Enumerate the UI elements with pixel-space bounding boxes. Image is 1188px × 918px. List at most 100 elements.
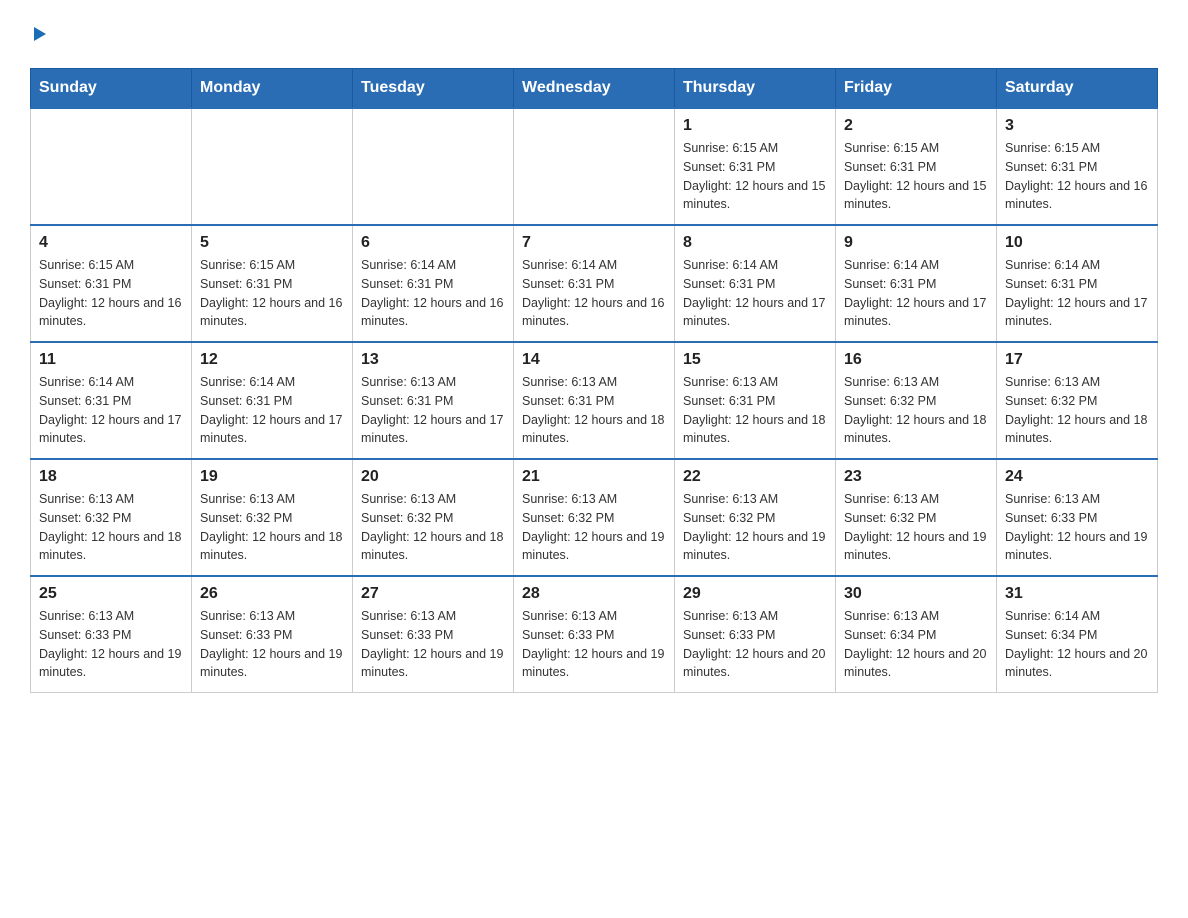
calendar-cell <box>514 108 675 225</box>
calendar-cell: 29 Sunrise: 6:13 AMSunset: 6:33 PMDayligh… <box>675 576 836 693</box>
day-number: 9 <box>844 234 988 252</box>
day-number: 1 <box>683 117 827 135</box>
day-info: Sunrise: 6:13 AMSunset: 6:32 PMDaylight:… <box>1005 373 1149 448</box>
day-number: 25 <box>39 585 183 603</box>
day-info: Sunrise: 6:13 AMSunset: 6:32 PMDaylight:… <box>39 490 183 565</box>
day-info: Sunrise: 6:13 AMSunset: 6:32 PMDaylight:… <box>200 490 344 565</box>
day-number: 31 <box>1005 585 1149 603</box>
day-info: Sunrise: 6:14 AMSunset: 6:31 PMDaylight:… <box>200 373 344 448</box>
calendar-cell: 22 Sunrise: 6:13 AMSunset: 6:32 PMDayligh… <box>675 459 836 576</box>
day-number: 20 <box>361 468 505 486</box>
calendar-cell: 11 Sunrise: 6:14 AMSunset: 6:31 PMDayligh… <box>31 342 192 459</box>
column-header-wednesday: Wednesday <box>514 69 675 109</box>
day-number: 21 <box>522 468 666 486</box>
calendar-cell: 24 Sunrise: 6:13 AMSunset: 6:33 PMDayligh… <box>997 459 1158 576</box>
day-info: Sunrise: 6:13 AMSunset: 6:32 PMDaylight:… <box>522 490 666 565</box>
day-info: Sunrise: 6:14 AMSunset: 6:31 PMDaylight:… <box>39 373 183 448</box>
day-info: Sunrise: 6:14 AMSunset: 6:31 PMDaylight:… <box>522 256 666 331</box>
column-header-tuesday: Tuesday <box>353 69 514 109</box>
day-number: 3 <box>1005 117 1149 135</box>
day-info: Sunrise: 6:15 AMSunset: 6:31 PMDaylight:… <box>39 256 183 331</box>
day-number: 22 <box>683 468 827 486</box>
day-info: Sunrise: 6:15 AMSunset: 6:31 PMDaylight:… <box>1005 139 1149 214</box>
day-info: Sunrise: 6:13 AMSunset: 6:32 PMDaylight:… <box>844 490 988 565</box>
day-info: Sunrise: 6:13 AMSunset: 6:32 PMDaylight:… <box>361 490 505 565</box>
day-info: Sunrise: 6:15 AMSunset: 6:31 PMDaylight:… <box>844 139 988 214</box>
calendar-cell: 31 Sunrise: 6:14 AMSunset: 6:34 PMDayligh… <box>997 576 1158 693</box>
day-number: 12 <box>200 351 344 369</box>
day-number: 24 <box>1005 468 1149 486</box>
calendar-cell: 2Sunrise: 6:15 AMSunset: 6:31 PMDaylight… <box>836 108 997 225</box>
day-info: Sunrise: 6:14 AMSunset: 6:31 PMDaylight:… <box>844 256 988 331</box>
day-number: 30 <box>844 585 988 603</box>
logo <box>30 20 48 48</box>
day-number: 8 <box>683 234 827 252</box>
calendar-week-row: 11 Sunrise: 6:14 AMSunset: 6:31 PMDayligh… <box>31 342 1158 459</box>
day-info: Sunrise: 6:13 AMSunset: 6:32 PMDaylight:… <box>683 490 827 565</box>
calendar-cell: 10 Sunrise: 6:14 AMSunset: 6:31 PMDayligh… <box>997 225 1158 342</box>
day-info: Sunrise: 6:13 AMSunset: 6:33 PMDaylight:… <box>683 607 827 682</box>
calendar-cell: 23 Sunrise: 6:13 AMSunset: 6:32 PMDayligh… <box>836 459 997 576</box>
day-number: 29 <box>683 585 827 603</box>
day-info: Sunrise: 6:15 AMSunset: 6:31 PMDaylight:… <box>200 256 344 331</box>
day-number: 14 <box>522 351 666 369</box>
day-number: 23 <box>844 468 988 486</box>
calendar-cell: 9 Sunrise: 6:14 AMSunset: 6:31 PMDaylight… <box>836 225 997 342</box>
day-number: 13 <box>361 351 505 369</box>
day-info: Sunrise: 6:13 AMSunset: 6:33 PMDaylight:… <box>39 607 183 682</box>
calendar-cell: 4 Sunrise: 6:15 AMSunset: 6:31 PMDaylight… <box>31 225 192 342</box>
day-info: Sunrise: 6:13 AMSunset: 6:34 PMDaylight:… <box>844 607 988 682</box>
day-info: Sunrise: 6:13 AMSunset: 6:31 PMDaylight:… <box>683 373 827 448</box>
day-number: 6 <box>361 234 505 252</box>
day-info: Sunrise: 6:13 AMSunset: 6:31 PMDaylight:… <box>361 373 505 448</box>
calendar-cell: 25 Sunrise: 6:13 AMSunset: 6:33 PMDayligh… <box>31 576 192 693</box>
day-number: 10 <box>1005 234 1149 252</box>
calendar-cell: 17 Sunrise: 6:13 AMSunset: 6:32 PMDayligh… <box>997 342 1158 459</box>
day-info: Sunrise: 6:13 AMSunset: 6:33 PMDaylight:… <box>1005 490 1149 565</box>
calendar-cell <box>353 108 514 225</box>
calendar-cell: 6 Sunrise: 6:14 AMSunset: 6:31 PMDaylight… <box>353 225 514 342</box>
day-number: 19 <box>200 468 344 486</box>
calendar-cell: 14Sunrise: 6:13 AMSunset: 6:31 PMDayligh… <box>514 342 675 459</box>
calendar-cell: 1Sunrise: 6:15 AMSunset: 6:31 PMDaylight… <box>675 108 836 225</box>
calendar-cell: 26 Sunrise: 6:13 AMSunset: 6:33 PMDayligh… <box>192 576 353 693</box>
day-info: Sunrise: 6:14 AMSunset: 6:34 PMDaylight:… <box>1005 607 1149 682</box>
calendar-week-row: 4 Sunrise: 6:15 AMSunset: 6:31 PMDaylight… <box>31 225 1158 342</box>
page-header <box>30 20 1158 48</box>
calendar-cell: 13 Sunrise: 6:13 AMSunset: 6:31 PMDayligh… <box>353 342 514 459</box>
day-number: 28 <box>522 585 666 603</box>
calendar-table: SundayMondayTuesdayWednesdayThursdayFrid… <box>30 68 1158 693</box>
day-number: 27 <box>361 585 505 603</box>
calendar-week-row: 25 Sunrise: 6:13 AMSunset: 6:33 PMDayligh… <box>31 576 1158 693</box>
day-info: Sunrise: 6:13 AMSunset: 6:33 PMDaylight:… <box>200 607 344 682</box>
column-header-monday: Monday <box>192 69 353 109</box>
day-number: 17 <box>1005 351 1149 369</box>
day-info: Sunrise: 6:14 AMSunset: 6:31 PMDaylight:… <box>1005 256 1149 331</box>
calendar-week-row: 18 Sunrise: 6:13 AMSunset: 6:32 PMDayligh… <box>31 459 1158 576</box>
column-header-thursday: Thursday <box>675 69 836 109</box>
calendar-cell: 5Sunrise: 6:15 AMSunset: 6:31 PMDaylight… <box>192 225 353 342</box>
calendar-cell: 27 Sunrise: 6:13 AMSunset: 6:33 PMDayligh… <box>353 576 514 693</box>
day-info: Sunrise: 6:13 AMSunset: 6:33 PMDaylight:… <box>361 607 505 682</box>
day-number: 18 <box>39 468 183 486</box>
calendar-cell: 18 Sunrise: 6:13 AMSunset: 6:32 PMDayligh… <box>31 459 192 576</box>
calendar-cell: 12 Sunrise: 6:14 AMSunset: 6:31 PMDayligh… <box>192 342 353 459</box>
day-info: Sunrise: 6:13 AMSunset: 6:33 PMDaylight:… <box>522 607 666 682</box>
calendar-cell: 20 Sunrise: 6:13 AMSunset: 6:32 PMDayligh… <box>353 459 514 576</box>
column-header-saturday: Saturday <box>997 69 1158 109</box>
day-number: 4 <box>39 234 183 252</box>
calendar-cell: 8Sunrise: 6:14 AMSunset: 6:31 PMDaylight… <box>675 225 836 342</box>
logo-text <box>30 20 48 52</box>
calendar-cell: 7 Sunrise: 6:14 AMSunset: 6:31 PMDaylight… <box>514 225 675 342</box>
day-number: 11 <box>39 351 183 369</box>
calendar-cell: 28 Sunrise: 6:13 AMSunset: 6:33 PMDayligh… <box>514 576 675 693</box>
calendar-cell: 19 Sunrise: 6:13 AMSunset: 6:32 PMDayligh… <box>192 459 353 576</box>
calendar-cell: 30 Sunrise: 6:13 AMSunset: 6:34 PMDayligh… <box>836 576 997 693</box>
calendar-cell <box>192 108 353 225</box>
day-number: 26 <box>200 585 344 603</box>
calendar-week-row: 1 Sunrise: 6:15 AMSunset: 6:31 PMDaylight… <box>31 108 1158 225</box>
day-number: 7 <box>522 234 666 252</box>
calendar-cell <box>31 108 192 225</box>
calendar-cell: 21 Sunrise: 6:13 AMSunset: 6:32 PMDayligh… <box>514 459 675 576</box>
day-info: Sunrise: 6:14 AMSunset: 6:31 PMDaylight:… <box>361 256 505 331</box>
